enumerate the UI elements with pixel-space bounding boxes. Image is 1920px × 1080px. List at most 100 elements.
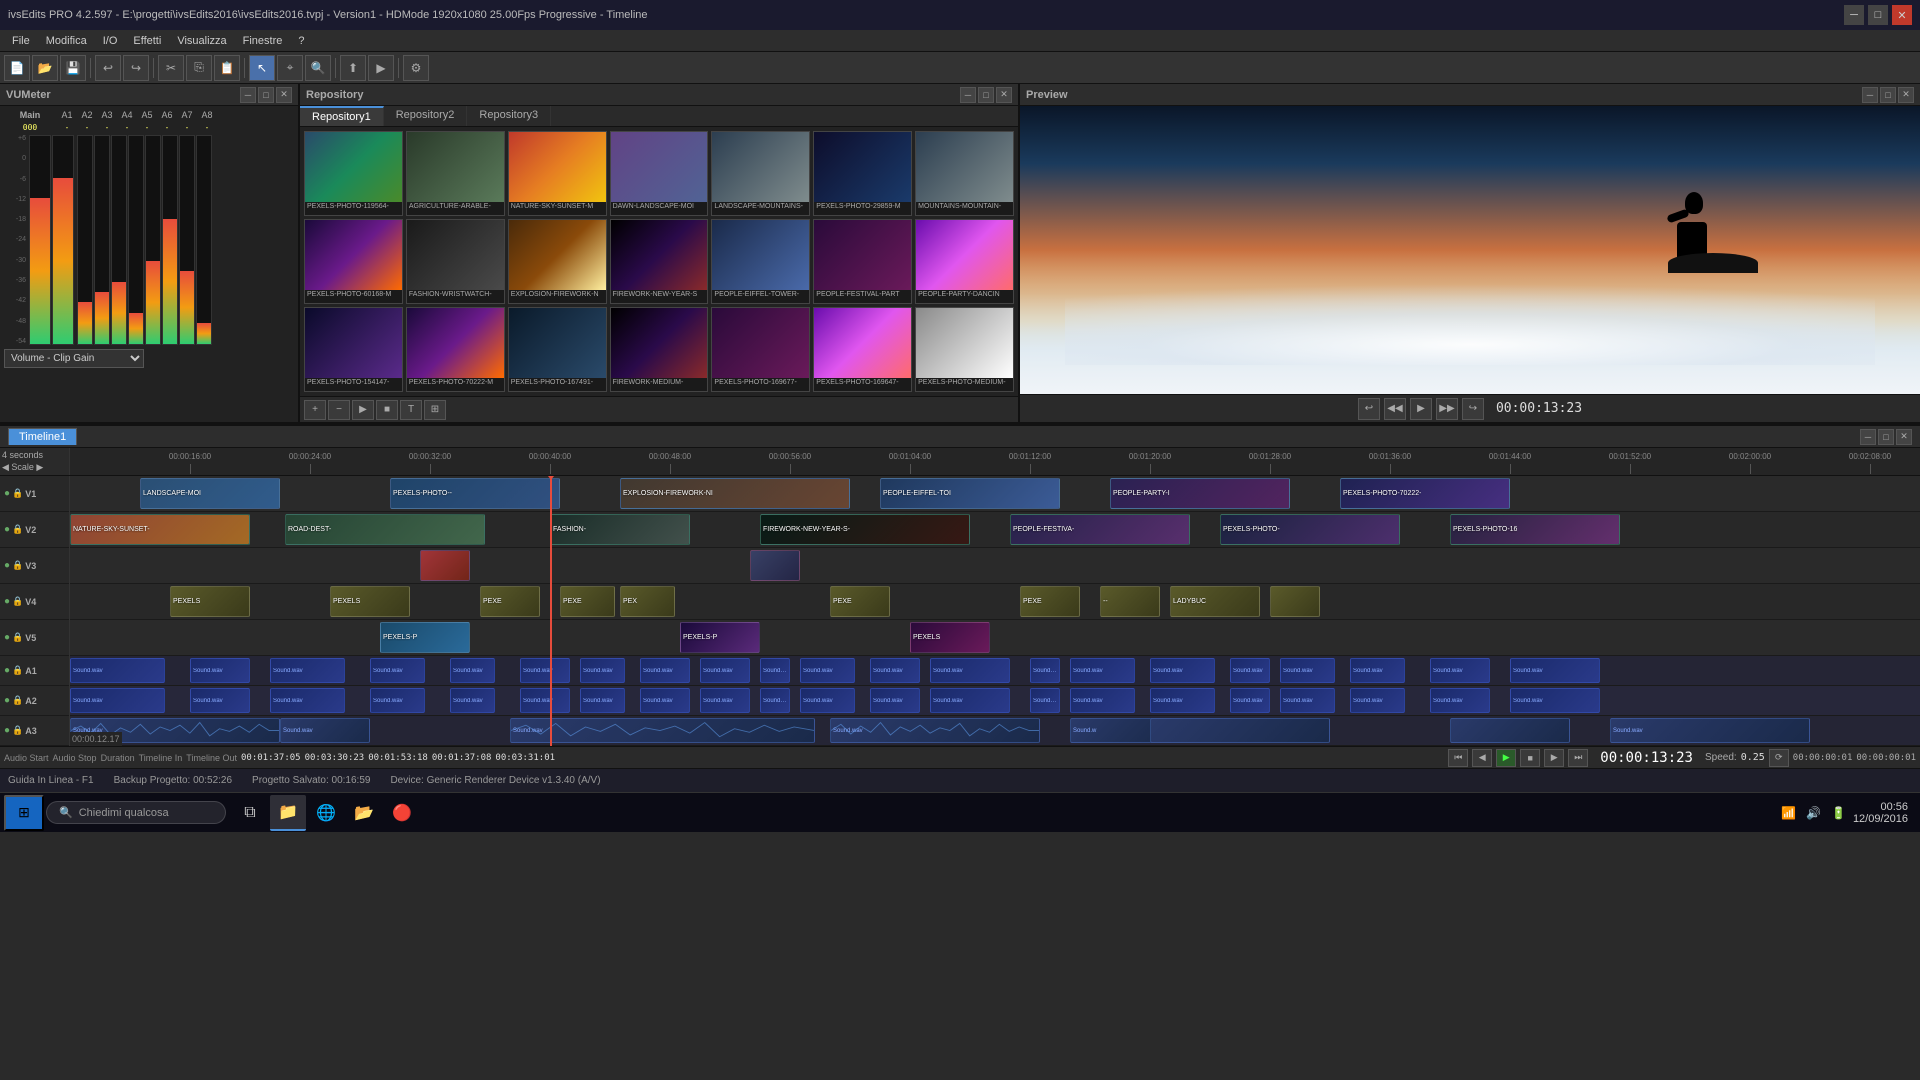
- repo-item-1[interactable]: AGRICULTURE-ARABLE-: [406, 131, 505, 216]
- preview-end-btn[interactable]: ↪: [1462, 398, 1484, 420]
- repo-item-14[interactable]: PEXELS-PHOTO-154147-: [304, 307, 403, 392]
- menu-modifica[interactable]: Modifica: [38, 33, 95, 49]
- audio-clip-a1-17[interactable]: Sound.wav: [1280, 658, 1335, 683]
- audio-clip-a2-4[interactable]: Sound.wav: [450, 688, 495, 713]
- track-lock-a3[interactable]: 🔒: [12, 725, 23, 736]
- taskbar-app1[interactable]: 🔴: [384, 795, 420, 831]
- volume-dropdown[interactable]: Volume - Clip Gain: [4, 349, 144, 368]
- audio-clip-a1-1[interactable]: Sound.wav: [190, 658, 250, 683]
- taskbar-explorer[interactable]: 📁: [270, 795, 306, 831]
- audio-clip-a1-6[interactable]: Sound.wav: [580, 658, 625, 683]
- repo-grid-btn[interactable]: ⊞: [424, 400, 446, 420]
- menu-finestre[interactable]: Finestre: [235, 33, 291, 49]
- audio-clip-a1-2[interactable]: Sound.wav: [270, 658, 345, 683]
- undo-btn[interactable]: ↩: [95, 55, 121, 81]
- repo-item-0[interactable]: PEXELS-PHOTO-119564-: [304, 131, 403, 216]
- repo-stop-btn[interactable]: ■: [376, 400, 398, 420]
- audio-clip-a1-7[interactable]: Sound.wav: [640, 658, 690, 683]
- audio-clip-a2-2[interactable]: Sound.wav: [270, 688, 345, 713]
- repo-item-6[interactable]: MOUNTAINS-MOUNTAIN-: [915, 131, 1014, 216]
- repo-tab-1[interactable]: Repository1: [300, 106, 384, 126]
- tl-rewind-btn[interactable]: ⏮: [1448, 749, 1468, 767]
- clip-v4-1[interactable]: PEXELS: [170, 586, 250, 617]
- repo-add-btn[interactable]: +: [304, 400, 326, 420]
- track-lock-v1[interactable]: 🔒: [12, 488, 23, 499]
- clip-v1-2[interactable]: PEXELS-PHOTO--: [390, 478, 560, 509]
- razor-btn[interactable]: ⌖: [277, 55, 303, 81]
- audio-clip-a2-7[interactable]: Sound.wav: [640, 688, 690, 713]
- track-eye-a3[interactable]: ●: [4, 725, 10, 736]
- repo-play-btn[interactable]: ▶: [352, 400, 374, 420]
- clip-v4-3[interactable]: PEXE: [480, 586, 540, 617]
- track-eye-v4[interactable]: ●: [4, 596, 10, 607]
- audio-waveform-a3-long[interactable]: Sound.wav: [1610, 718, 1810, 743]
- audio-clip-a1-15[interactable]: Sound.wav: [1150, 658, 1215, 683]
- audio-clip-a2-13[interactable]: Sound.wav: [1030, 688, 1060, 713]
- audio-clip-a2-18[interactable]: Sound.wav: [1350, 688, 1405, 713]
- clip-v1-6[interactable]: PEXELS-PHOTO-70222-: [1340, 478, 1510, 509]
- repo-item-19[interactable]: PEXELS-PHOTO-169647-: [813, 307, 912, 392]
- audio-clip-a2-10[interactable]: Sound.wav: [800, 688, 855, 713]
- repo-item-13[interactable]: PEOPLE-PARTY-DANCIN: [915, 219, 1014, 304]
- clip-v4-8[interactable]: --: [1100, 586, 1160, 617]
- audio-clip-a2-3[interactable]: Sound.wav: [370, 688, 425, 713]
- track-lock-a2[interactable]: 🔒: [12, 695, 23, 706]
- audio-clip-a1-0[interactable]: Sound.wav: [70, 658, 165, 683]
- repo-item-4[interactable]: LANDSCAPE-MOUNTAINS-: [711, 131, 810, 216]
- clip-v4-6[interactable]: PEXE: [830, 586, 890, 617]
- close-button[interactable]: ✕: [1892, 5, 1912, 25]
- vumeter-close-btn[interactable]: ✕: [276, 87, 292, 103]
- tl-ruler[interactable]: 00:00:16:0000:00:24:0000:00:32:0000:00:4…: [70, 448, 1920, 475]
- copy-btn[interactable]: ⎘: [186, 55, 212, 81]
- clip-v4-7[interactable]: PEXE: [1020, 586, 1080, 617]
- taskbar-files[interactable]: 📂: [346, 795, 382, 831]
- clip-v4-5[interactable]: PEX: [620, 586, 675, 617]
- audio-waveform-a3-7[interactable]: [1450, 718, 1570, 743]
- audio-clip-a2-14[interactable]: Sound.wav: [1070, 688, 1135, 713]
- settings-btn[interactable]: ⚙: [403, 55, 429, 81]
- track-eye-v3[interactable]: ●: [4, 560, 10, 571]
- tl-next-btn[interactable]: ▶: [1544, 749, 1564, 767]
- repo-text-btn[interactable]: T: [400, 400, 422, 420]
- track-eye-v5[interactable]: ●: [4, 632, 10, 643]
- audio-clip-a2-6[interactable]: Sound.wav: [580, 688, 625, 713]
- clip-v3-1[interactable]: [420, 550, 470, 581]
- clip-v5-2[interactable]: PEXELS-P: [680, 622, 760, 653]
- save-btn[interactable]: 💾: [60, 55, 86, 81]
- audio-clip-a1-14[interactable]: Sound.wav: [1070, 658, 1135, 683]
- repo-item-9[interactable]: EXPLOSION-FIREWORK-N: [508, 219, 607, 304]
- clip-v1-3[interactable]: EXPLOSION-FIREWORK-NI: [620, 478, 850, 509]
- audio-clip-a2-9[interactable]: Sound.wav: [760, 688, 790, 713]
- tl-loop-btn[interactable]: ⟳: [1769, 749, 1789, 767]
- clip-v1-5[interactable]: PEOPLE-PARTY-I: [1110, 478, 1290, 509]
- audio-clip-a2-12[interactable]: Sound.wav: [930, 688, 1010, 713]
- tl-stop-btn[interactable]: ■: [1520, 749, 1540, 767]
- track-lock-v4[interactable]: 🔒: [12, 596, 23, 607]
- preview-rewind-btn[interactable]: ↩: [1358, 398, 1380, 420]
- preview-min-btn[interactable]: ─: [1862, 87, 1878, 103]
- repo-item-10[interactable]: FIREWORK-NEW-YEAR-S: [610, 219, 709, 304]
- audio-clip-a1-12[interactable]: Sound.wav: [930, 658, 1010, 683]
- menu-io[interactable]: I/O: [95, 33, 126, 49]
- audio-clip-a2-5[interactable]: Sound.wav: [520, 688, 570, 713]
- clip-v4-10[interactable]: [1270, 586, 1320, 617]
- audio-waveform-a3-4[interactable]: Sound.wav: [830, 718, 1040, 743]
- new-btn[interactable]: 📄: [4, 55, 30, 81]
- audio-clip-a1-16[interactable]: Sound.wav: [1230, 658, 1270, 683]
- menu-effetti[interactable]: Effetti: [125, 33, 169, 49]
- taskbar-edge[interactable]: 🌐: [308, 795, 344, 831]
- audio-clip-a1-10[interactable]: Sound.wav: [800, 658, 855, 683]
- vumeter-max-btn[interactable]: □: [258, 87, 274, 103]
- tracks-area[interactable]: LANDSCAPE-MOI PEXELS-PHOTO-- EXPLOSION-F…: [70, 476, 1920, 746]
- clip-v2-2[interactable]: ROAD-DEST-: [285, 514, 485, 545]
- start-button[interactable]: ⊞: [4, 795, 44, 831]
- repo-item-8[interactable]: FASHION-WRISTWATCH-: [406, 219, 505, 304]
- clip-v2-5[interactable]: PEOPLE-FESTIVA-: [1010, 514, 1190, 545]
- audio-clip-a2-8[interactable]: Sound.wav: [700, 688, 750, 713]
- select-btn[interactable]: ↖: [249, 55, 275, 81]
- track-eye-a2[interactable]: ●: [4, 695, 10, 706]
- repo-item-11[interactable]: PEOPLE-EIFFEL-TOWER-: [711, 219, 810, 304]
- audio-clip-a1-5[interactable]: Sound.wav: [520, 658, 570, 683]
- export-btn[interactable]: ⬆: [340, 55, 366, 81]
- repo-item-15[interactable]: PEXELS-PHOTO-70222-M: [406, 307, 505, 392]
